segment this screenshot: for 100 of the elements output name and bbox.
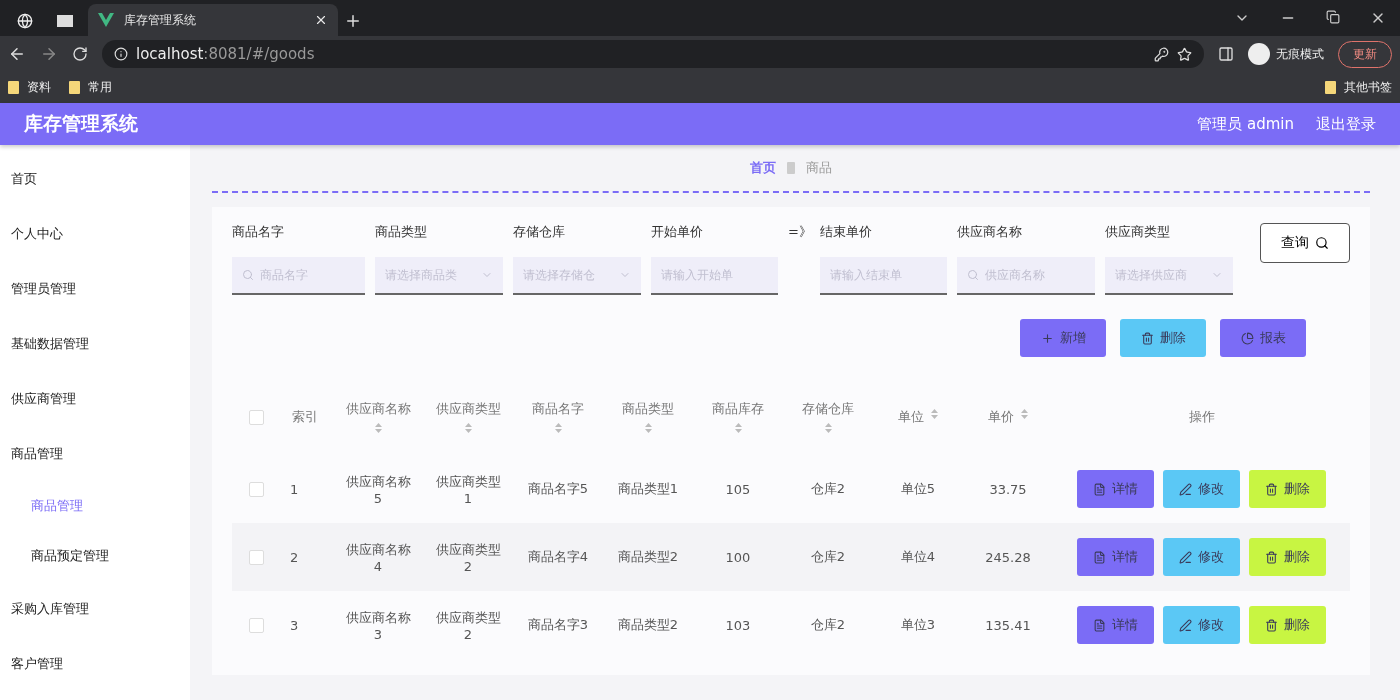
sidebar-subitem[interactable]: 商品管理	[0, 481, 190, 531]
query-button[interactable]: 查询	[1260, 223, 1350, 263]
search-icon	[967, 269, 979, 281]
column-header: 供应商名称	[345, 400, 411, 418]
column-header: 单价	[987, 408, 1014, 426]
column-header: 索引	[292, 408, 318, 426]
table-cell-text: 供应商类型1	[434, 472, 502, 506]
sidebar-item[interactable]: 供应商管理	[0, 371, 190, 426]
trash-icon	[1140, 331, 1154, 345]
row-checkbox[interactable]	[248, 617, 264, 633]
table-cell-text: 供应商类型2	[434, 608, 502, 642]
document-icon	[1093, 550, 1106, 564]
sidebar-item[interactable]: 个人中心	[0, 206, 190, 261]
reload-icon[interactable]	[72, 46, 88, 62]
side-panel-icon[interactable]	[1218, 46, 1234, 62]
table-cell: 33.75	[989, 481, 1027, 497]
range-separator: =》	[788, 223, 810, 241]
incognito-icon	[1248, 43, 1270, 65]
table-cell: 商品名字3	[527, 616, 589, 634]
folder-icon	[1325, 81, 1336, 94]
filter-label: 商品类型	[375, 223, 428, 241]
table-cell: 商品名字5	[527, 480, 589, 498]
tab-icon[interactable]	[56, 14, 74, 28]
filter-label: 结束单价	[820, 223, 873, 241]
incognito-label: 无痕模式	[1276, 45, 1324, 63]
key-icon[interactable]	[1154, 46, 1169, 62]
trash-icon	[1265, 618, 1278, 632]
sidebar-item[interactable]: 管理员管理	[0, 261, 190, 316]
sidebar-item[interactable]: 首页	[0, 151, 190, 206]
filter-label: 商品名字	[232, 223, 285, 241]
column-header: 商品名字	[532, 400, 584, 418]
logout-link[interactable]: 退出登录	[1316, 114, 1376, 134]
column-header: 供应商类型	[435, 400, 501, 418]
column-header: 商品类型	[622, 400, 674, 418]
table-cell: 仓库2	[810, 616, 846, 634]
pie-chart-icon	[1240, 331, 1254, 345]
sidebar-item[interactable]: 商品管理	[0, 426, 190, 481]
edit-button[interactable]: 修改	[1163, 538, 1240, 576]
table-cell: 2	[290, 549, 299, 565]
table-cell: 105	[725, 481, 751, 497]
table-cell: 商品类型2	[617, 616, 679, 634]
app-title: 库存管理系统	[24, 111, 138, 136]
pen-icon	[1179, 618, 1192, 632]
trash-icon	[1265, 550, 1278, 564]
table-cell: 单位4	[900, 548, 936, 566]
sidebar-subitem[interactable]: 商品预定管理	[0, 531, 190, 581]
filter-label: 供应商类型	[1105, 223, 1171, 241]
row-checkbox[interactable]	[248, 481, 264, 497]
info-icon	[114, 47, 128, 61]
forward-icon[interactable]	[40, 45, 58, 63]
close-icon[interactable]	[314, 13, 328, 27]
column-header: 存储仓库	[802, 400, 854, 418]
delete-button[interactable]: 删除	[1249, 606, 1326, 644]
select-all-checkbox[interactable]	[248, 409, 264, 425]
new-tab-icon[interactable]	[344, 12, 362, 30]
table-cell-text: 供应商类型2	[434, 540, 502, 574]
table-cell: 商品类型2	[617, 548, 679, 566]
logo-icon	[98, 13, 114, 27]
separator-icon	[786, 161, 796, 175]
folder-icon	[69, 81, 80, 94]
bookmark-link[interactable]: 其他书签	[1344, 79, 1392, 96]
table-cell: 1	[290, 481, 299, 497]
breadcrumb-item[interactable]: 首页	[750, 159, 776, 177]
document-icon	[1093, 618, 1106, 632]
sidebar-item[interactable]: 基础数据管理	[0, 316, 190, 371]
sidebar-item[interactable]: 客户管理	[0, 636, 190, 691]
edit-button[interactable]: 修改	[1163, 606, 1240, 644]
filter-label: 供应商名称	[957, 223, 1023, 241]
sidebar-item[interactable]: 采购入库管理	[0, 581, 190, 636]
address-bar[interactable]: localhost:8081/#/goods	[102, 40, 1204, 68]
row-checkbox[interactable]	[248, 549, 264, 565]
delete-button[interactable]: 删除	[1249, 538, 1326, 576]
search-icon	[242, 269, 254, 281]
edit-button[interactable]: 修改	[1163, 470, 1240, 508]
table-cell: 135.41	[985, 617, 1031, 633]
table-cell: 商品名字4	[527, 548, 589, 566]
trash-icon	[1265, 482, 1278, 496]
table-cell: 103	[725, 617, 751, 633]
table-cell: 商品类型1	[617, 480, 679, 498]
star-icon[interactable]	[1177, 46, 1192, 62]
bookmark-link[interactable]: 常用	[88, 79, 112, 96]
table-cell: 100	[725, 549, 751, 565]
table-cell: 245.28	[985, 549, 1031, 565]
restore-icon[interactable]	[1326, 10, 1340, 24]
table-cell: 3	[290, 617, 299, 633]
table-cell-text: 供应商名称4	[344, 540, 412, 574]
delete-button[interactable]: 删除	[1249, 470, 1326, 508]
globe-icon[interactable]	[17, 13, 33, 29]
table-cell: 单位3	[900, 616, 936, 634]
folder-icon	[8, 81, 19, 94]
table-cell: 仓库2	[810, 548, 846, 566]
filter-label: 开始单价	[651, 223, 704, 241]
column-header: 单位	[897, 408, 924, 426]
delete-button[interactable]: 删除	[1120, 319, 1206, 357]
filter-label: 存储仓库	[513, 223, 566, 241]
bookmark-link[interactable]: 资料	[27, 79, 51, 96]
column-header: 操作	[1188, 408, 1215, 426]
back-icon[interactable]	[8, 45, 26, 63]
plus-icon	[1040, 331, 1054, 345]
browser-tab[interactable]: 库存管理系统	[88, 4, 338, 36]
